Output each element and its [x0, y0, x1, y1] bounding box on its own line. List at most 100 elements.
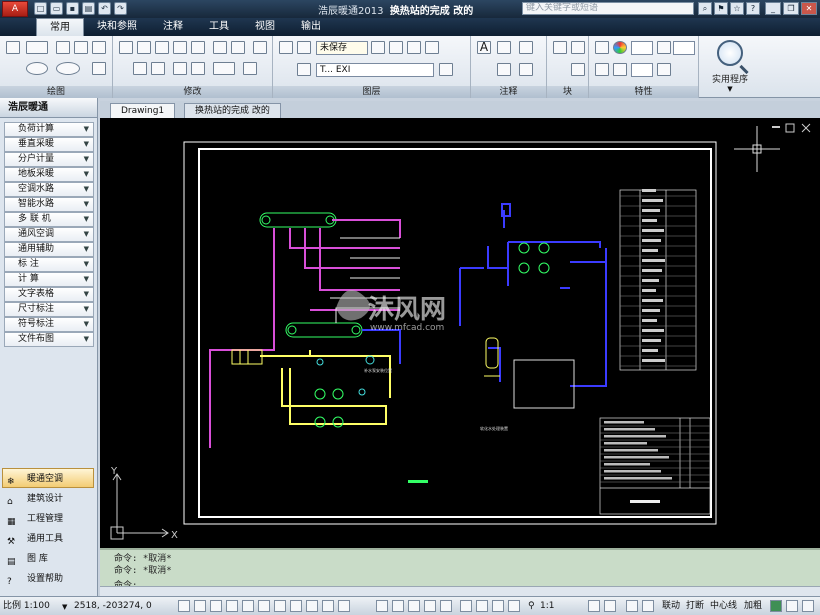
- annotation-scale[interactable]: 1:1: [540, 600, 554, 612]
- lineweight-combo[interactable]: [673, 41, 695, 55]
- line-icon[interactable]: [6, 41, 20, 54]
- layer-combo[interactable]: T... EXI: [316, 63, 434, 77]
- draw-panel-title[interactable]: 绘图: [0, 86, 112, 98]
- undo-icon[interactable]: ↶: [98, 2, 111, 15]
- table-icon[interactable]: [497, 63, 511, 76]
- workspace-icon[interactable]: [626, 600, 638, 612]
- menu-smart-water[interactable]: 智能水路 ▼: [4, 197, 94, 212]
- annotation-tools-icon[interactable]: [519, 63, 533, 76]
- layer-isolate-icon[interactable]: [407, 41, 421, 54]
- scale-selector[interactable]: 比例 1:100: [3, 600, 50, 612]
- menu-vertical-heating[interactable]: 垂直采暖 ▼: [4, 137, 94, 152]
- layer-off-icon[interactable]: [425, 41, 439, 54]
- properties-panel-title[interactable]: 特性: [589, 86, 698, 98]
- menu-annotate[interactable]: 标 注 ▼: [4, 257, 94, 272]
- minimize-button[interactable]: _: [765, 2, 781, 15]
- explode-icon[interactable]: [253, 41, 267, 54]
- offset-icon[interactable]: [151, 62, 165, 75]
- layer-states-icon[interactable]: [297, 41, 311, 54]
- menu-layout[interactable]: 文件布图 ▼: [4, 332, 94, 347]
- grid-mode-icon[interactable]: [194, 600, 206, 612]
- tab-drawing1[interactable]: Drawing1: [110, 103, 176, 118]
- break-icon[interactable]: [173, 62, 187, 75]
- layer-freeze-icon[interactable]: [297, 63, 311, 76]
- layout2-icon[interactable]: [408, 600, 420, 612]
- dimension-icon[interactable]: [497, 41, 511, 54]
- linetype-combo[interactable]: [631, 63, 653, 77]
- menu-multi-split[interactable]: 多 联 机 ▼: [4, 212, 94, 227]
- tab-block-reference[interactable]: 块和参照: [84, 18, 150, 36]
- menu-general-aux[interactable]: 通用辅助 ▼: [4, 242, 94, 257]
- trim-icon[interactable]: [213, 41, 227, 54]
- mirror-icon[interactable]: [173, 41, 187, 54]
- module-library[interactable]: ▤ 图 库: [2, 548, 94, 568]
- menu-dimension[interactable]: 尺寸标注 ▼: [4, 302, 94, 317]
- print-icon[interactable]: ▤: [82, 2, 95, 15]
- region-icon[interactable]: [92, 62, 106, 75]
- tab-heat-station[interactable]: 换热站的完成 改的: [184, 103, 281, 118]
- menu-text-table[interactable]: 文字表格 ▼: [4, 287, 94, 302]
- lock-icon[interactable]: [642, 600, 654, 612]
- dynamic-ucs-icon[interactable]: [290, 600, 302, 612]
- redo-icon[interactable]: ↷: [114, 2, 127, 15]
- module-architecture[interactable]: ⌂ 建筑设计: [2, 488, 94, 508]
- tab-view[interactable]: 视图: [242, 18, 288, 36]
- object-tracking-icon[interactable]: [274, 600, 286, 612]
- isolate-objects-icon[interactable]: [770, 600, 782, 612]
- rotate-icon[interactable]: [137, 41, 151, 54]
- ortho-mode-icon[interactable]: [210, 600, 222, 612]
- quick-view-icon[interactable]: [424, 600, 436, 612]
- hatch-icon[interactable]: [92, 41, 106, 54]
- stretch-icon[interactable]: [133, 62, 147, 75]
- match-properties-icon[interactable]: [595, 41, 609, 54]
- move-icon[interactable]: [119, 41, 133, 54]
- help-icon[interactable]: ?: [746, 2, 760, 15]
- lineweight-toggle-icon[interactable]: [322, 600, 334, 612]
- showmotion-icon[interactable]: [508, 600, 520, 612]
- auto-scale-icon[interactable]: [604, 600, 616, 612]
- layer-properties-icon[interactable]: [279, 41, 293, 54]
- create-block-icon[interactable]: [571, 41, 585, 54]
- dynamic-input-icon[interactable]: [306, 600, 318, 612]
- search-input[interactable]: 键入关键字或短语: [522, 2, 694, 15]
- 3d-snap-icon[interactable]: [258, 600, 270, 612]
- layers-panel-title[interactable]: 图层: [273, 86, 470, 98]
- tab-home[interactable]: 常用: [36, 18, 84, 36]
- layout-icon[interactable]: [392, 600, 404, 612]
- favorites-icon[interactable]: ☆: [730, 2, 744, 15]
- module-tools[interactable]: ⚒ 通用工具: [2, 528, 94, 548]
- polar-tracking-icon[interactable]: [226, 600, 238, 612]
- modify-panel-title[interactable]: 修改: [113, 86, 272, 98]
- menu-household-metering[interactable]: 分户计量 ▼: [4, 152, 94, 167]
- erase-icon[interactable]: [231, 41, 245, 54]
- transparency-toggle-icon[interactable]: [338, 600, 350, 612]
- lineweight-icon[interactable]: [657, 41, 671, 54]
- menu-calculate[interactable]: 计 算 ▼: [4, 272, 94, 287]
- linetype-icon[interactable]: [613, 63, 627, 76]
- circle-icon[interactable]: [26, 62, 48, 75]
- menu-symbol[interactable]: 符号标注 ▼: [4, 317, 94, 332]
- layer-tools-icon[interactable]: [439, 63, 453, 76]
- search-icon[interactable]: ⌕: [698, 2, 712, 15]
- layer-state-combo[interactable]: 未保存: [316, 41, 368, 55]
- restore-button[interactable]: ❐: [783, 2, 799, 15]
- break-button[interactable]: 打断: [686, 600, 704, 612]
- menu-floor-heating[interactable]: 地板采暖 ▼: [4, 167, 94, 182]
- communication-icon[interactable]: ⚑: [714, 2, 728, 15]
- rectangle-icon[interactable]: [74, 41, 88, 54]
- module-help[interactable]: ? 设置帮助: [2, 568, 94, 588]
- viewport-controls[interactable]: [772, 123, 811, 133]
- app-menu-button[interactable]: A: [2, 1, 28, 17]
- transparency-icon[interactable]: [657, 63, 671, 76]
- layer-match-icon[interactable]: [371, 41, 385, 54]
- annotation-visibility-icon[interactable]: [588, 600, 600, 612]
- color-wheel-icon[interactable]: [613, 41, 627, 54]
- link-button[interactable]: 联动: [662, 600, 680, 612]
- module-hvac[interactable]: ❄ 暖通空调: [2, 468, 94, 488]
- tab-output[interactable]: 输出: [288, 18, 334, 36]
- list-icon[interactable]: [595, 63, 609, 76]
- status-menu-icon[interactable]: [786, 600, 798, 612]
- ellipse-icon[interactable]: [56, 62, 80, 75]
- bold-button[interactable]: 加粗: [744, 600, 762, 612]
- layer-previous-icon[interactable]: [389, 41, 403, 54]
